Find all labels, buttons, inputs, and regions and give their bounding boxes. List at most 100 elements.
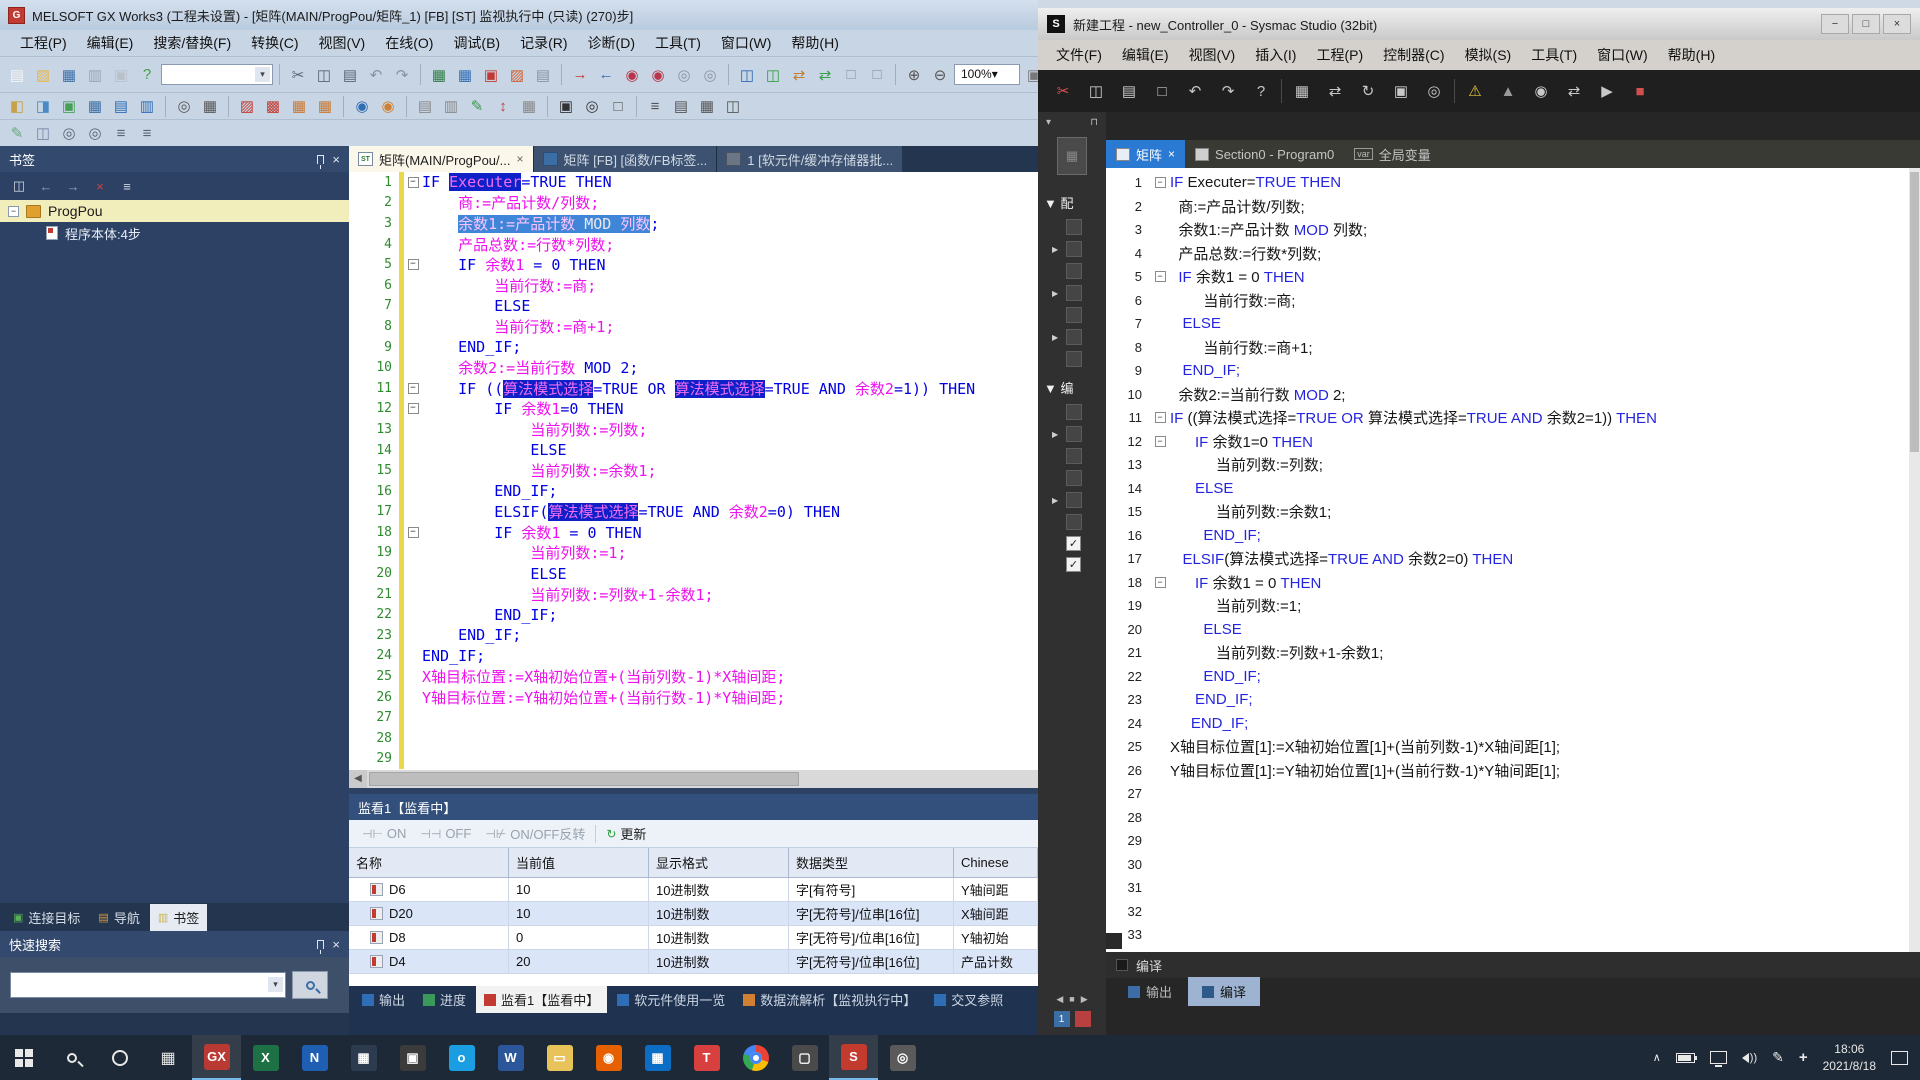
find-doc-icon[interactable]: ◎	[57, 122, 81, 145]
zoom-in-icon[interactable]: ⊕	[902, 63, 926, 86]
tree-item-program-body[interactable]: 程序本体:4步	[0, 222, 349, 244]
menu-item[interactable]: 转换(C)	[241, 31, 308, 55]
tool-icon[interactable]: ▦	[83, 95, 107, 118]
editor-tab[interactable]: var全局变量	[1344, 140, 1441, 168]
bottom-tab[interactable]: 数据流解析【监视执行中】	[735, 986, 924, 1013]
cortana-button[interactable]	[96, 1035, 144, 1080]
tool-icon[interactable]: ▤	[109, 95, 133, 118]
close-button[interactable]: ×	[1883, 14, 1911, 34]
tool-icon[interactable]: ▦	[198, 95, 222, 118]
rail-checkbox-row[interactable]: ✓	[1038, 533, 1106, 554]
mini-icon[interactable]: 1	[1054, 1011, 1070, 1027]
window-icon[interactable]: □	[839, 63, 863, 86]
device-monitor-icon[interactable]: ▣	[479, 63, 503, 86]
rail-item[interactable]: ▶	[1038, 238, 1106, 260]
device-read-icon[interactable]: ▦	[453, 63, 477, 86]
io-icon[interactable]: ↕	[491, 95, 515, 118]
undo-icon[interactable]: ↶	[364, 63, 388, 86]
rail-item[interactable]	[1038, 445, 1106, 467]
pen-icon[interactable]: ✎	[1772, 1049, 1784, 1066]
close-icon[interactable]: ×	[332, 938, 340, 951]
jump2-icon[interactable]: ⇄	[813, 63, 837, 86]
device-write-icon[interactable]: ▦	[427, 63, 451, 86]
quick-search-button[interactable]	[292, 971, 328, 999]
search-icon[interactable]: ◎	[172, 95, 196, 118]
tim-app-icon[interactable]: T	[682, 1035, 731, 1080]
device-icon[interactable]: ▨	[235, 95, 259, 118]
column-header[interactable]: 当前值	[509, 848, 649, 877]
prev-bookmark-icon[interactable]: ←	[35, 176, 57, 196]
controller-thumbnail-icon[interactable]: ▦	[1057, 137, 1087, 175]
tool-icon[interactable]: ▥	[439, 95, 463, 118]
dev-pair-icon[interactable]: ◫	[735, 63, 759, 86]
save-project-icon[interactable]: ▦	[57, 63, 81, 86]
verify-icon[interactable]: ◉	[620, 63, 644, 86]
tray-expand-icon[interactable]: ∧	[1653, 1051, 1661, 1064]
watch-row[interactable]: D201010进制数字[无符号]/位串[16位]X轴间距	[349, 902, 1038, 926]
rail-item[interactable]	[1038, 216, 1106, 238]
watch-OFF-button[interactable]: ⊣⊣OFF	[414, 824, 477, 843]
bottom-tab[interactable]: 软元件使用一览	[609, 986, 733, 1013]
forced-value-icon[interactable]: ▲	[1495, 78, 1521, 104]
blue-app-icon[interactable]: N	[290, 1035, 339, 1080]
fold-toggle-icon[interactable]: −	[408, 527, 419, 538]
folder-red-icon[interactable]: ▨	[505, 63, 529, 86]
sysmac-st-editor[interactable]: 1−IF Executer=TRUE THEN2 商:=产品计数/列数;3 余数…	[1106, 168, 1920, 952]
nav-icon[interactable]: ▶	[1081, 994, 1088, 1005]
taskbar-search-button[interactable]	[48, 1035, 96, 1080]
menu-item[interactable]: 视图(V)	[309, 31, 376, 55]
bottom-tab[interactable]: 监看1【监看中】	[476, 986, 607, 1013]
expand-arrow-icon[interactable]: ▶	[1052, 430, 1062, 439]
open-project-icon[interactable]: ▧	[31, 63, 55, 86]
fold-toggle-icon[interactable]: −	[408, 177, 419, 188]
calculator-app-icon[interactable]: ▦	[633, 1035, 682, 1080]
menu-item[interactable]: 工程(P)	[10, 31, 77, 55]
column-header[interactable]: Chinese	[954, 848, 1038, 877]
edit-icon[interactable]: ✎	[5, 122, 29, 145]
chevron-down-icon[interactable]: ▾	[992, 67, 998, 81]
search-icon[interactable]: ◎	[1421, 78, 1447, 104]
expand-arrow-icon[interactable]: ▶	[1052, 245, 1062, 254]
sysmac-app-icon[interactable]: S	[829, 1035, 878, 1080]
fold-toggle-icon[interactable]: −	[408, 403, 419, 414]
tool-icon[interactable]: ▤	[669, 95, 693, 118]
rail-group-label[interactable]: ▼ 配	[1038, 185, 1106, 216]
watch-btn-button[interactable]: ↻更新	[600, 822, 652, 845]
print-icon[interactable]: ▥	[83, 63, 107, 86]
tree-item-progpou[interactable]: − ProgPou	[0, 200, 349, 222]
find-device-icon[interactable]: ◎	[672, 63, 696, 86]
fold-toggle-icon[interactable]: −	[1155, 271, 1166, 282]
close-icon[interactable]: ×	[332, 153, 340, 166]
rail-item[interactable]	[1038, 260, 1106, 282]
quick-search-input[interactable]: ▾	[10, 972, 286, 998]
docs-icon[interactable]: ◫	[31, 122, 55, 145]
remote-desktop-app-icon[interactable]: ▢	[780, 1035, 829, 1080]
help-icon[interactable]: ?	[135, 63, 159, 86]
tool-icon[interactable]: ▥	[135, 95, 159, 118]
close-tab-icon[interactable]: ×	[516, 152, 523, 166]
gx-titlebar[interactable]: G MELSOFT GX Works3 (工程未设置) - [矩阵(MAIN/P…	[0, 0, 1038, 30]
toolbar-combo[interactable]: ▾	[161, 64, 273, 85]
new-project-icon[interactable]: ▤	[5, 63, 29, 86]
pin-icon[interactable]	[317, 940, 324, 949]
build-icon[interactable]: ▦	[1289, 78, 1315, 104]
close-tab-icon[interactable]: ×	[1168, 147, 1175, 161]
find-device2-icon[interactable]: ◎	[698, 63, 722, 86]
next-bookmark-icon[interactable]: →	[62, 176, 84, 196]
word-app-icon[interactable]: W	[486, 1035, 535, 1080]
fold-toggle-icon[interactable]: −	[1155, 577, 1166, 588]
menu-item[interactable]: 帮助(H)	[1658, 43, 1725, 67]
monitor-icon[interactable]: ▣	[1388, 78, 1414, 104]
gx-st-editor[interactable]: 1−IF Executer=TRUE THEN2 商:=产品计数/列数;3 余数…	[349, 172, 1038, 770]
bottom-tab-输出[interactable]: 输出	[1114, 977, 1186, 1006]
dev-pair2-icon[interactable]: ◫	[761, 63, 785, 86]
timer-icon[interactable]: ◉	[376, 95, 400, 118]
jump-icon[interactable]: ⇄	[787, 63, 811, 86]
bottom-tab[interactable]: 交叉参照	[926, 986, 1011, 1013]
expand-arrow-icon[interactable]: ▶	[1052, 289, 1062, 298]
debug-icon[interactable]: ◉	[1528, 78, 1554, 104]
paste-icon[interactable]: ▤	[1116, 78, 1142, 104]
nav-icon[interactable]: ◀	[1056, 994, 1063, 1005]
dark-app-icon[interactable]: ▦	[339, 1035, 388, 1080]
editor-tab[interactable]: 矩阵×	[1106, 140, 1185, 168]
